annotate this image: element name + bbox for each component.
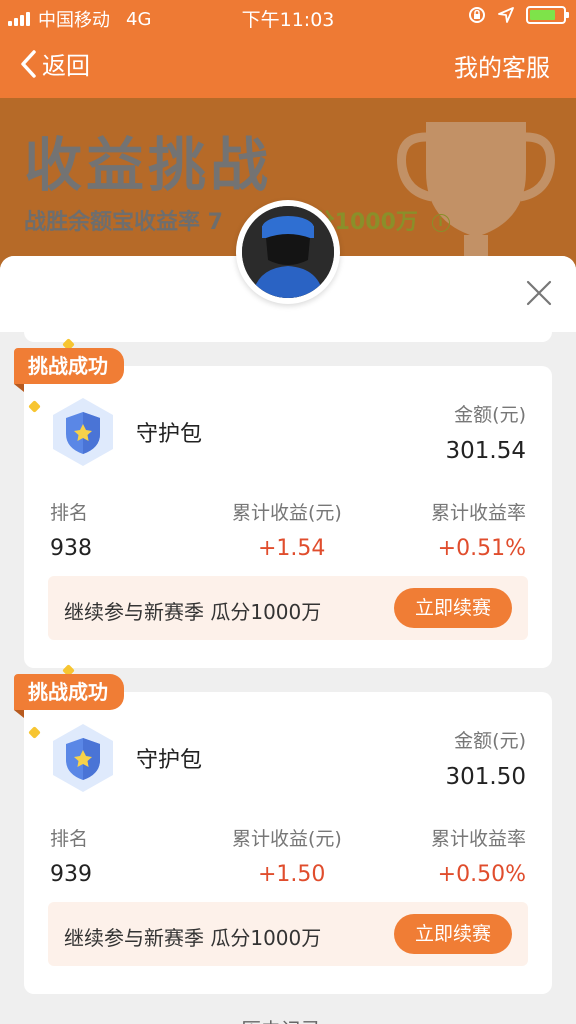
location-icon — [498, 7, 514, 23]
shield-icon — [53, 724, 113, 792]
banner-title: 收益挑战 — [24, 131, 273, 199]
gain-label: 累计收益(元) — [232, 828, 342, 850]
amount-value: 301.50 — [445, 764, 526, 790]
rotation-lock-icon — [469, 7, 485, 23]
challenge-card: 挑战成功 守护包 金额(元) 301.54 排名 累计收益(元) 累计收益率 9… — [14, 338, 552, 668]
back-label: 返回 — [42, 52, 90, 80]
shield-icon — [53, 398, 113, 466]
promo-text: 继续参与新赛季 瓜分1000万 — [64, 926, 322, 950]
amount-label: 金额(元) — [454, 730, 526, 752]
status-bar: 中国移动 4G 下午11:03 — [0, 0, 576, 32]
rank-value: 939 — [50, 862, 92, 887]
rank-label: 排名 — [50, 828, 89, 850]
history-link[interactable]: 历史记录 › — [0, 1014, 576, 1024]
amount-label: 金额(元) — [454, 404, 526, 426]
chevron-left-icon — [21, 49, 36, 78]
status-badge: 挑战成功 — [14, 348, 124, 384]
nav-bar: 返回 我的客服 — [0, 32, 576, 98]
promo-box: 继续参与新赛季 瓜分1000万 立即续赛 — [48, 902, 528, 966]
previous-card-edge — [24, 322, 552, 342]
gain-label: 累计收益(元) — [232, 502, 342, 524]
challenge-card: 挑战成功 守护包 金额(元) 301.50 排名 累计收益(元) 累计收益率 9… — [14, 664, 552, 994]
promo-box: 继续参与新赛季 瓜分1000万 立即续赛 — [48, 576, 528, 640]
avatar — [236, 200, 340, 304]
renew-button[interactable]: 立即续赛 — [394, 588, 512, 628]
battery-icon — [526, 6, 569, 24]
rank-value: 938 — [50, 536, 92, 561]
user-avatar-image — [242, 206, 334, 298]
product-name: 守护包 — [136, 748, 203, 773]
rank-label: 排名 — [50, 502, 89, 524]
info-icon[interactable]: i — [431, 214, 450, 232]
close-icon[interactable] — [526, 280, 552, 306]
product-name: 守护包 — [136, 422, 203, 447]
rate-label: 累计收益率 — [430, 502, 526, 524]
rate-value: +0.50% — [437, 862, 526, 887]
banner-subtitle: 战胜余额宝收益率 7 瓜分1000万 i — [24, 204, 450, 236]
status-badge: 挑战成功 — [14, 674, 124, 710]
back-button[interactable]: 返回 — [20, 46, 90, 81]
banner-subtitle-start: 战胜余额宝收益率 7 — [24, 210, 223, 235]
promo-text: 继续参与新赛季 瓜分1000万 — [64, 600, 322, 624]
gain-value: +1.54 — [258, 536, 326, 561]
rate-value: +0.51% — [437, 536, 526, 561]
renew-button[interactable]: 立即续赛 — [394, 914, 512, 954]
customer-service-button[interactable]: 我的客服 — [454, 48, 550, 83]
gain-value: +1.50 — [258, 862, 326, 887]
amount-value: 301.54 — [445, 438, 526, 464]
rate-label: 累计收益率 — [430, 828, 526, 850]
